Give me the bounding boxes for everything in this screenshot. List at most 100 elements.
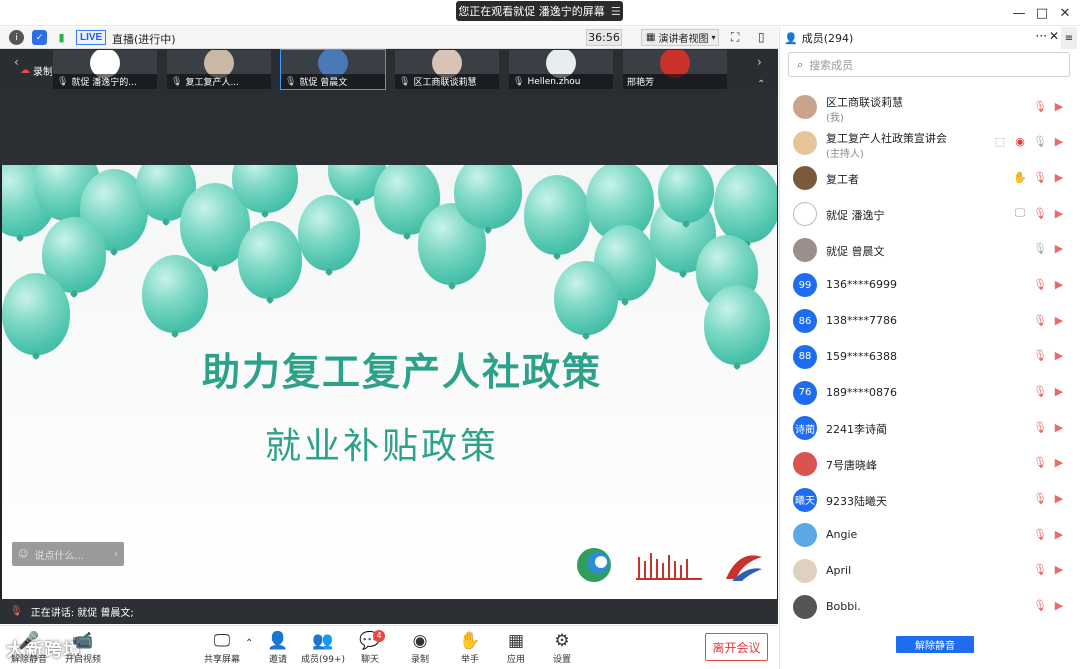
camera-off-icon[interactable]: ▶ [1052, 242, 1066, 256]
member-row[interactable]: 就促 曾晨文 🎙 ▶ [780, 232, 1080, 268]
camera-off-icon[interactable]: ▶ [1052, 527, 1066, 541]
raise-label: 举手 [460, 655, 479, 665]
mic-off-icon[interactable]: 🎙 [1033, 456, 1047, 470]
live-badge[interactable]: LIVE [76, 30, 107, 45]
member-row[interactable]: Angie 🎙 ▶ [780, 517, 1080, 553]
mic-off-icon[interactable]: 🎙 [1033, 492, 1047, 506]
search-members-input[interactable]: ⌕ 搜索成员 [788, 52, 1070, 77]
camera-off-icon[interactable]: ▶ [1052, 170, 1066, 184]
record-button[interactable]: ◉ 录制 [397, 630, 443, 665]
maximize-button[interactable]: □ [1033, 4, 1051, 22]
collapse-chat-icon[interactable]: ‹ [107, 548, 124, 560]
video-button[interactable]: 📹 开启视频 [60, 630, 106, 665]
screen-share-icon[interactable]: ⬚ [993, 135, 1007, 149]
participant-thumb[interactable]: 🎙 区工商联谈莉慧 [394, 49, 500, 90]
participant-thumb[interactable]: 🎙 Hellen.zhou [508, 49, 614, 90]
close-panel-icon[interactable]: ✕ [1049, 29, 1059, 43]
member-row[interactable]: 7号唐晓峰 🎙 ▶ [780, 446, 1080, 482]
screen-share-icon[interactable]: 🖵 [1013, 206, 1027, 220]
mic-off-icon[interactable]: 🎙 [1033, 385, 1047, 399]
mic-off-icon[interactable]: 🎙 [1033, 599, 1047, 613]
mic-off-icon[interactable]: 🎙 [1033, 170, 1047, 184]
member-row[interactable]: 区工商联谈莉慧 (我) 🎙 ▶ [780, 89, 1080, 125]
share-screen-button[interactable]: 🖵 共享屏幕 [199, 630, 245, 665]
camera-off-icon[interactable]: ▶ [1052, 563, 1066, 577]
mic-off-icon[interactable]: 🎙 [1033, 277, 1047, 291]
view-mode-select[interactable]: ▦ 演讲者视图 ▾ [641, 29, 719, 46]
member-name: 7号唐晓峰 [826, 458, 877, 472]
camera-off-icon[interactable]: ▶ [1052, 492, 1066, 506]
member-row[interactable]: 86 138****7786 🎙 ▶ [780, 303, 1080, 339]
avatar [793, 95, 817, 119]
close-button[interactable]: ✕ [1056, 4, 1074, 22]
chat-input[interactable]: ☺ 说点什么... ‹ [12, 542, 124, 566]
mic-icon[interactable]: 🎙 [1033, 242, 1047, 256]
record-icon[interactable]: ◉ [1013, 135, 1027, 149]
member-row[interactable]: 曦天 9233陆曦天 🎙 ▶ [780, 482, 1080, 518]
raise-hand-button[interactable]: ✋ 举手 [447, 630, 493, 665]
share-options-chevron-icon[interactable]: ⌃ [245, 638, 253, 649]
apps-button[interactable]: ▦ 应用 [493, 630, 539, 665]
camera-off-icon[interactable]: ▶ [1052, 99, 1066, 113]
signal-icon[interactable]: ▮ [54, 30, 69, 45]
settings-button[interactable]: ⚙ 设置 [539, 630, 585, 665]
leave-meeting-button[interactable]: 离开会议 [705, 633, 768, 661]
member-row[interactable]: 诗蔺 2241李诗蔺 🎙 ▶ [780, 410, 1080, 446]
members-button[interactable]: 👥 成员(99+) [300, 630, 346, 665]
fullscreen-icon[interactable]: ⛶ [731, 30, 739, 45]
balloon-decoration [142, 255, 208, 333]
camera-off-icon[interactable]: ▶ [1052, 385, 1066, 399]
camera-off-icon[interactable]: ▶ [1052, 420, 1066, 434]
menu-icon[interactable]: ☰ [611, 5, 621, 18]
mic-off-icon[interactable]: 🎙 [1033, 420, 1047, 434]
minimize-button[interactable]: — [1010, 4, 1028, 22]
info-icon[interactable]: i [9, 30, 24, 45]
more-options-icon[interactable]: ··· [1036, 29, 1047, 43]
mic-off-icon[interactable]: 🎙 [1033, 206, 1047, 220]
invite-button[interactable]: 👤 邀请 [255, 630, 301, 665]
mic-off-icon[interactable]: 🎙 [1033, 313, 1047, 327]
mic-icon[interactable]: 🎙 [1033, 135, 1047, 149]
sidebar-toggle-icon[interactable]: ▯ [758, 30, 765, 44]
avatar-initials: 88 [798, 351, 812, 363]
members-label: 成员(99+) [300, 655, 346, 665]
mute-button[interactable]: 🎤 解除静音 [6, 630, 52, 665]
camera-off-icon[interactable]: ▶ [1052, 135, 1066, 149]
camera-off-icon[interactable]: ▶ [1052, 349, 1066, 363]
participant-thumb[interactable]: 🎙 复工复产人... [166, 49, 272, 90]
chat-label: 聊天 [360, 655, 379, 665]
member-row[interactable]: 88 159****6388 🎙 ▶ [780, 339, 1080, 375]
member-row[interactable]: 复工复产人社政策宣讲会 (主持人) ⬚ ◉ 🎙 ▶ [780, 125, 1080, 161]
member-row[interactable]: April 🎙 ▶ [780, 553, 1080, 589]
thumb-name: Hellen.zhou [527, 76, 581, 87]
camera-off-icon[interactable]: ▶ [1052, 313, 1066, 327]
mic-off-icon[interactable]: 🎙 [1033, 349, 1047, 363]
camera-off-icon[interactable]: ▶ [1052, 456, 1066, 470]
participant-thumb[interactable]: 邢艳芳 [622, 49, 728, 90]
shield-icon[interactable]: ✓ [32, 30, 47, 45]
collapse-strip-icon[interactable]: ⌃ [757, 79, 765, 90]
member-row[interactable]: 76 189****0876 🎙 ▶ [780, 375, 1080, 411]
chat-icon: 💬 [359, 631, 381, 651]
camera-off-icon[interactable]: ▶ [1052, 206, 1066, 220]
participant-thumb[interactable]: 🎙 就促 曾晨文 [280, 49, 386, 90]
mic-off-icon[interactable]: 🎙 [1033, 99, 1047, 113]
member-row[interactable]: 复工者 ✋ 🎙 ▶ [780, 160, 1080, 196]
unmute-all-button[interactable]: 解除静音 [896, 636, 974, 653]
screen-share-banner[interactable]: 您正在观看就促 潘逸宁的屏幕 ☰ [456, 1, 623, 21]
strip-right-arrow-icon[interactable]: › [757, 55, 762, 69]
member-row[interactable]: 99 136****6999 🎙 ▶ [780, 267, 1080, 303]
camera-off-icon[interactable]: ▶ [1052, 599, 1066, 613]
mic-off-icon[interactable]: 🎙 [1033, 563, 1047, 577]
hand-icon[interactable]: ✋ [1013, 170, 1027, 184]
strip-left-arrow-icon[interactable]: ‹ [14, 55, 19, 69]
mic-off-icon[interactable]: 🎙 [1033, 527, 1047, 541]
member-row[interactable]: 就促 潘逸宁 🖵 🎙 ▶ [780, 196, 1080, 232]
panel-menu-icon[interactable]: ≡ [1061, 27, 1077, 49]
avatar: 86 [793, 309, 817, 334]
emoji-icon[interactable]: ☺ [18, 549, 28, 560]
chat-button[interactable]: 💬 4 聊天 [347, 630, 393, 665]
member-row[interactable]: Bobbi. 🎙 ▶ [780, 589, 1080, 625]
camera-off-icon[interactable]: ▶ [1052, 277, 1066, 291]
participant-thumb[interactable]: 🎙 就促 潘逸宁的... [52, 49, 158, 90]
